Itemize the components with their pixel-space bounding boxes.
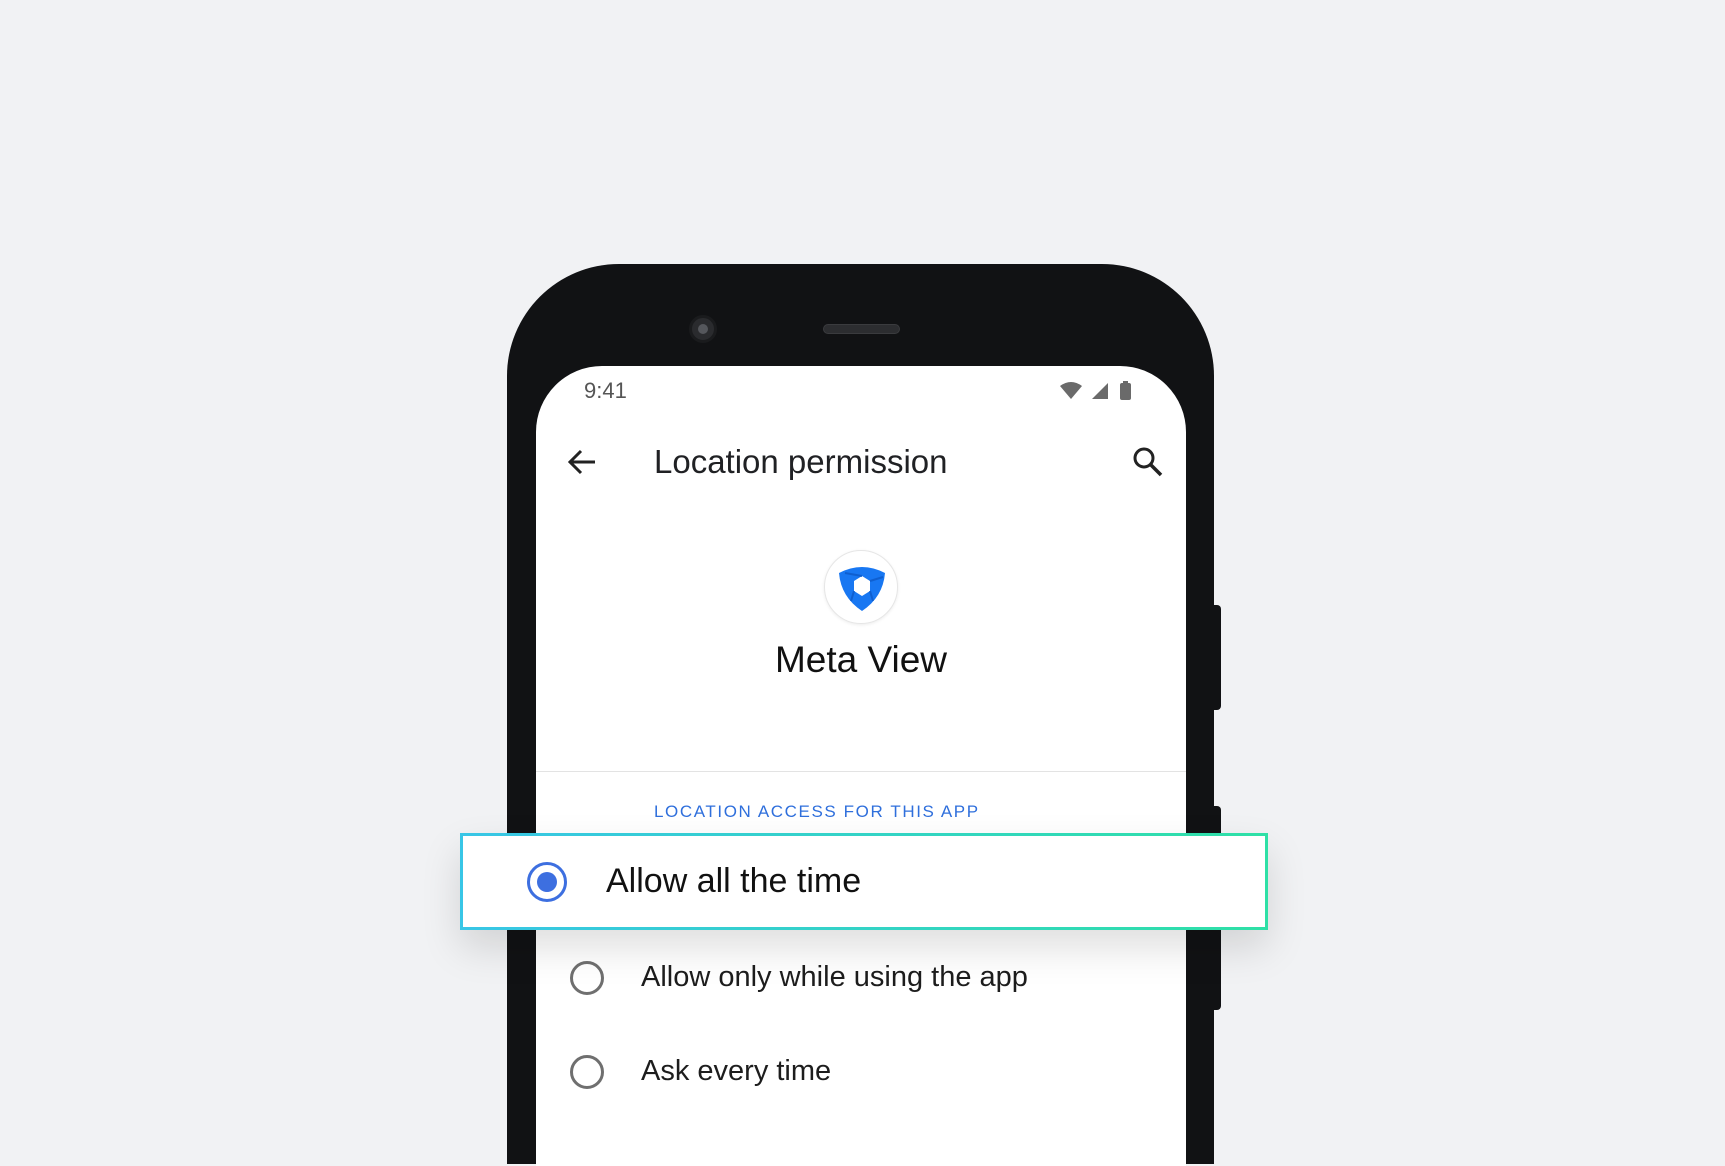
- app-name: Meta View: [774, 639, 948, 680]
- signal-icon: [1092, 383, 1108, 399]
- meta-view-logo: [839, 567, 885, 611]
- status-time: 9:41: [584, 378, 627, 403]
- wifi-icon: [1060, 382, 1082, 399]
- search-icon[interactable]: [1132, 446, 1164, 478]
- radio-ask-every-time[interactable]: [570, 1055, 604, 1089]
- option-label[interactable]: Allow only while using the app: [641, 961, 1028, 994]
- section-header: LOCATION ACCESS FOR THIS APP: [654, 802, 980, 821]
- option-label[interactable]: Allow all the time: [606, 862, 861, 901]
- app-icon: [824, 550, 898, 624]
- radio-allow-all-selected[interactable]: [527, 862, 567, 902]
- page-title: Location permission: [654, 443, 948, 480]
- power-button: [1212, 605, 1221, 710]
- phone-screen: 9:41 Location permission Meta View LOCAT…: [536, 366, 1186, 1166]
- divider: [536, 771, 1186, 772]
- arrow-back-icon[interactable]: [566, 448, 598, 476]
- option-allow-all-the-time[interactable]: Allow all the time: [460, 833, 1268, 930]
- battery-icon: [1120, 383, 1131, 400]
- status-icons: [1060, 381, 1131, 400]
- radio-while-using[interactable]: [570, 961, 604, 995]
- front-camera: [689, 315, 717, 343]
- earpiece-speaker: [823, 324, 900, 334]
- option-label[interactable]: Ask every time: [641, 1055, 831, 1088]
